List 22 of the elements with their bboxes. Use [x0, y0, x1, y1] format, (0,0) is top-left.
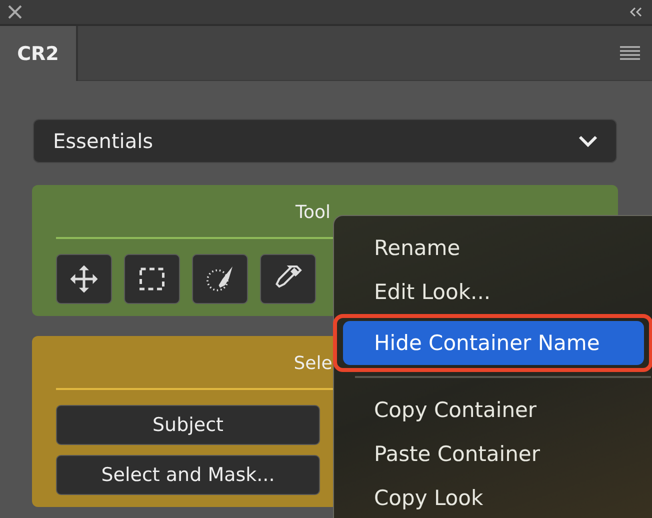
menu-item[interactable]: Edit Look...	[343, 270, 652, 314]
container-title: Sele	[294, 353, 332, 375]
collapse-icon[interactable]	[629, 7, 642, 17]
menu-item[interactable]: Rename	[343, 226, 652, 270]
panel-tab[interactable]: CR2	[0, 26, 78, 81]
close-icon[interactable]	[8, 5, 22, 19]
menu-item[interactable]: Hide Container Name	[343, 321, 644, 365]
tool-button[interactable]	[56, 254, 112, 304]
move-icon	[69, 264, 99, 294]
workspace-dropdown[interactable]: Essentials	[33, 119, 617, 163]
menu-item[interactable]: Paste Container	[343, 432, 652, 476]
chevron-down-icon	[578, 135, 598, 147]
tool-button[interactable]	[192, 254, 248, 304]
action-button[interactable]: Subject	[56, 405, 320, 445]
tool-button[interactable]	[260, 254, 316, 304]
menu-item[interactable]: Copy Container	[343, 388, 652, 432]
container-title: Tool	[296, 202, 330, 224]
brush-icon	[205, 264, 235, 294]
action-button[interactable]: Select and Mask...	[56, 455, 320, 495]
tool-button[interactable]	[124, 254, 180, 304]
menu-icon[interactable]	[620, 46, 640, 60]
menu-item[interactable]: Copy Look	[343, 476, 652, 518]
